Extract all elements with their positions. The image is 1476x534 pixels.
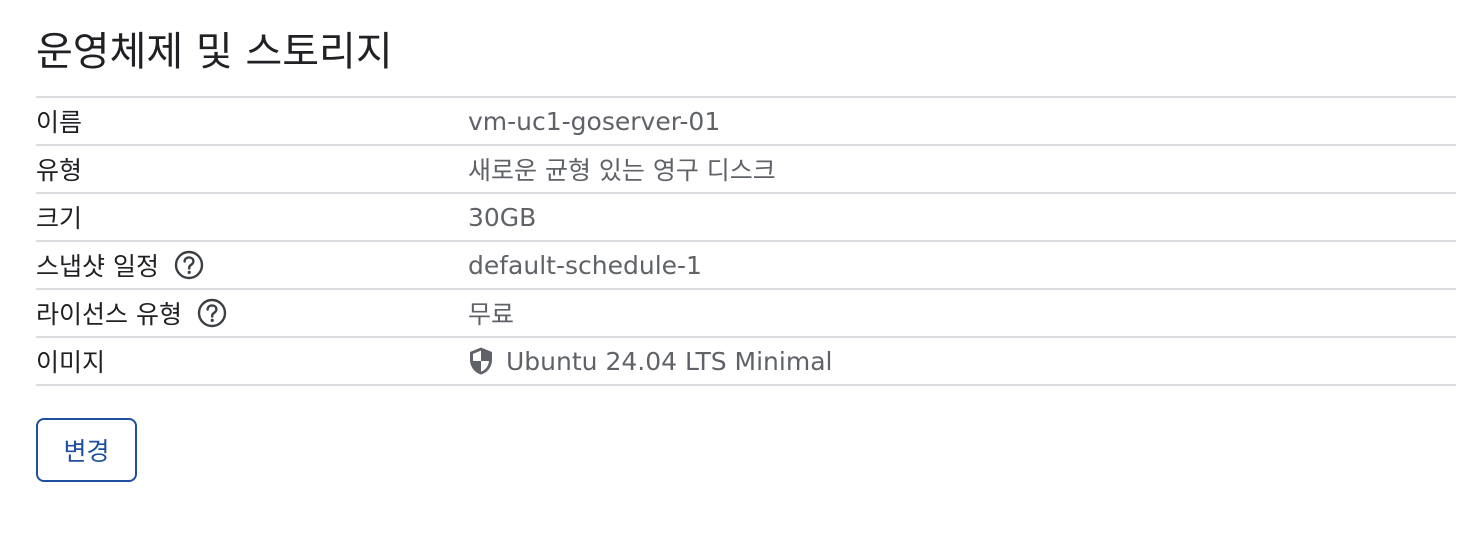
help-circle-icon[interactable] bbox=[173, 249, 205, 281]
detail-row-type: 유형 새로운 균형 있는 영구 디스크 bbox=[36, 146, 1456, 194]
detail-row-size: 크기 30GB bbox=[36, 194, 1456, 242]
row-label-license-type-wrap: 라이선스 유형 bbox=[36, 290, 228, 336]
row-label-type: 유형 bbox=[36, 156, 83, 185]
help-circle-icon[interactable] bbox=[196, 297, 228, 329]
row-value-image-wrap: Ubuntu 24.04 LTS Minimal bbox=[468, 338, 832, 384]
row-label-name: 이름 bbox=[36, 108, 83, 137]
row-label-license-type: 라이선스 유형 bbox=[36, 300, 182, 329]
row-label-image: 이미지 bbox=[36, 348, 106, 377]
detail-row-name: 이름 vm-uc1-goserver-01 bbox=[36, 98, 1456, 146]
change-button[interactable]: 변경 bbox=[36, 418, 137, 482]
row-value-snapshot-schedule: default-schedule-1 bbox=[468, 250, 702, 280]
detail-row-snapshot-schedule: 스냅샷 일정 default-schedule-1 bbox=[36, 242, 1456, 290]
row-label-snapshot-schedule: 스냅샷 일정 bbox=[36, 252, 159, 281]
section-title: 운영체제 및 스토리지 bbox=[36, 29, 393, 75]
shield-icon bbox=[468, 346, 494, 376]
details-table: 이름 vm-uc1-goserver-01 유형 새로운 균형 있는 영구 디스… bbox=[36, 96, 1456, 386]
detail-row-image: 이미지 Ubuntu 24.04 LTS Minimal bbox=[36, 338, 1456, 386]
row-label-snapshot-schedule-wrap: 스냅샷 일정 bbox=[36, 242, 205, 288]
row-value-size: 30GB bbox=[468, 202, 537, 232]
row-value-type: 새로운 균형 있는 영구 디스크 bbox=[468, 156, 776, 185]
row-label-size: 크기 bbox=[36, 204, 83, 233]
detail-row-license-type: 라이선스 유형 무료 bbox=[36, 290, 1456, 338]
row-value-name: vm-uc1-goserver-01 bbox=[468, 106, 721, 136]
row-value-license-type: 무료 bbox=[468, 300, 515, 329]
row-value-image: Ubuntu 24.04 LTS Minimal bbox=[506, 346, 833, 376]
